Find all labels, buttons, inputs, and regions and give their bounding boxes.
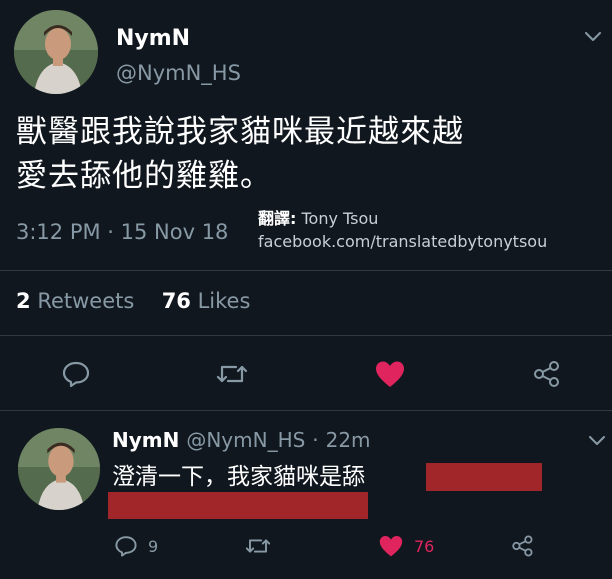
credit-link: facebook.com/translatedbytonytsou: [258, 232, 548, 251]
tweet-timestamp[interactable]: 3:12 PM · 15 Nov 18: [16, 220, 228, 244]
chevron-down-icon[interactable]: [582, 26, 604, 48]
avatar-photo: [14, 10, 98, 94]
divider: [0, 410, 612, 411]
retweets-count: 2: [16, 289, 31, 313]
reply-icon[interactable]: [112, 532, 140, 560]
retweets-stat[interactable]: 2 Retweets: [16, 289, 141, 313]
divider: [0, 335, 612, 336]
tweet-text-line: 獸醫跟我說我家貓咪最近越來越: [16, 114, 464, 150]
like-count: 76: [414, 537, 435, 556]
likes-stat[interactable]: 76 Likes: [162, 289, 251, 313]
engagement-stats: 2 Retweets 76 Likes: [16, 289, 250, 313]
retweet-icon[interactable]: [242, 532, 274, 560]
reply-display-name[interactable]: NymN: [112, 428, 179, 452]
share-icon[interactable]: [508, 532, 536, 560]
reply-header: NymN @NymN_HS · 22m: [112, 428, 371, 452]
reply-age[interactable]: 22m: [326, 428, 371, 452]
display-name[interactable]: NymN: [116, 26, 190, 52]
reply-separator: ·: [312, 428, 319, 452]
credit-name: Tony Tsou: [301, 209, 379, 228]
retweets-label: Retweets: [37, 289, 135, 313]
redaction-bar: [426, 463, 542, 491]
retweet-icon[interactable]: [214, 356, 250, 392]
avatar[interactable]: [14, 10, 98, 94]
share-icon[interactable]: [528, 356, 564, 392]
tweet-text-line: 愛去舔他的雞雞。: [16, 158, 272, 194]
divider: [0, 270, 612, 271]
chevron-down-icon[interactable]: [586, 430, 608, 452]
reply-handle[interactable]: @NymN_HS: [186, 428, 305, 452]
avatar-photo: [18, 428, 100, 510]
likes-label: Likes: [197, 289, 251, 313]
like-icon-filled[interactable]: [370, 354, 410, 394]
likes-count: 76: [161, 289, 191, 313]
translation-credit: 翻譯: Tony Tsou facebook.com/translatedbyt…: [258, 207, 547, 253]
reply-count: 9: [148, 537, 159, 556]
redaction-bar: [108, 492, 368, 519]
reply-avatar[interactable]: [18, 428, 100, 510]
like-icon-filled[interactable]: [376, 532, 406, 560]
reply-text: 澄清一下，我家貓咪是舔: [112, 464, 365, 490]
credit-label: 翻譯:: [258, 209, 297, 228]
user-handle[interactable]: @NymN_HS: [116, 60, 241, 86]
tweet-text: 獸醫跟我說我家貓咪最近越來越 愛去舔他的雞雞。: [16, 110, 596, 198]
reply-icon[interactable]: [58, 356, 94, 392]
